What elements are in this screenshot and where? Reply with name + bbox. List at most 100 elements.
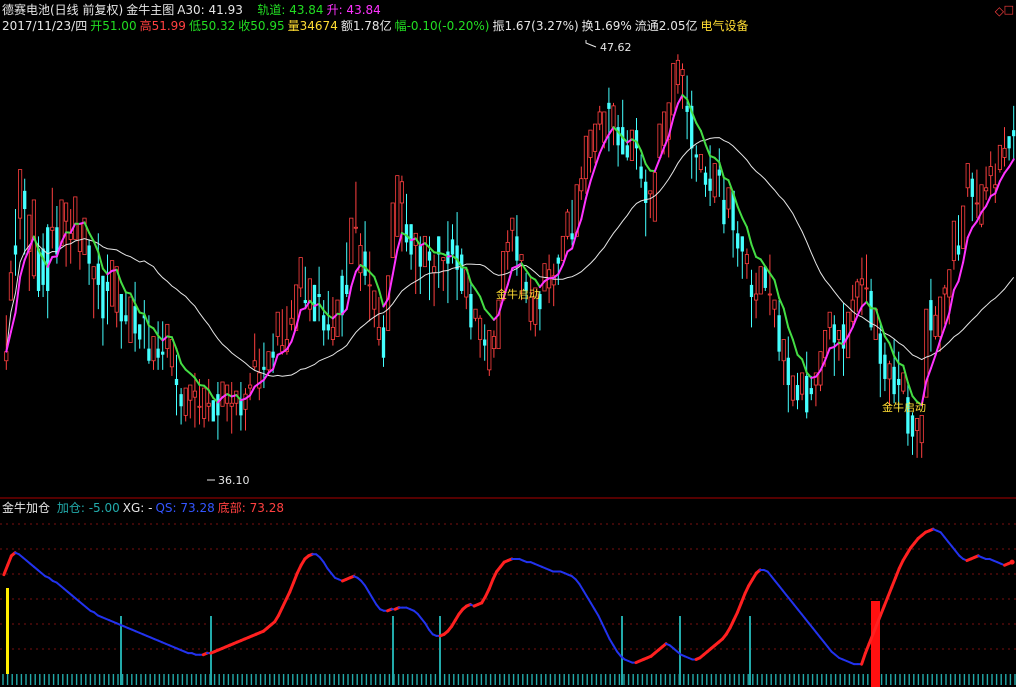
candle-body bbox=[588, 129, 593, 158]
candle-body bbox=[938, 296, 943, 337]
trend-segment bbox=[801, 358, 808, 374]
candle-body bbox=[744, 254, 749, 265]
trend-segment bbox=[883, 335, 891, 345]
candle-body bbox=[859, 278, 864, 286]
candle-body bbox=[878, 333, 882, 364]
candle-body bbox=[777, 315, 781, 352]
trend-segment bbox=[180, 362, 187, 371]
trend-segment bbox=[888, 342, 896, 358]
qs-segment bbox=[586, 595, 592, 604]
trend-segment bbox=[971, 220, 978, 229]
candle-body bbox=[487, 330, 492, 371]
trend-segment bbox=[152, 327, 160, 337]
candle-body bbox=[183, 387, 188, 416]
candle-body bbox=[629, 129, 634, 161]
candle-body bbox=[211, 400, 215, 422]
candle-body bbox=[161, 351, 165, 355]
candle-body bbox=[73, 196, 78, 240]
candle-body bbox=[749, 284, 754, 298]
candle-body bbox=[712, 163, 717, 198]
candle-body bbox=[335, 299, 340, 337]
jinniu-annotation-2: 金牛启动 bbox=[882, 400, 926, 414]
qs-segment bbox=[364, 584, 370, 593]
candle-body bbox=[216, 394, 220, 416]
trend-segment bbox=[143, 312, 150, 327]
trend-segment bbox=[736, 205, 744, 219]
candle-body bbox=[390, 202, 395, 258]
candle-body bbox=[722, 199, 726, 225]
candle-body bbox=[593, 123, 598, 152]
candle-body bbox=[110, 260, 115, 307]
trend-segment bbox=[525, 269, 532, 278]
qs-segment bbox=[739, 592, 747, 605]
trend-segment bbox=[782, 307, 790, 329]
candle-body bbox=[970, 178, 974, 197]
trend-segment bbox=[929, 354, 937, 370]
candle-body bbox=[740, 236, 744, 252]
qs-segment bbox=[2, 563, 10, 577]
candle-body bbox=[929, 300, 933, 331]
trend-segment bbox=[101, 267, 109, 276]
candle-body bbox=[243, 393, 248, 410]
trend-segment bbox=[1003, 165, 1011, 175]
trend-segment bbox=[906, 381, 914, 398]
candle-body bbox=[961, 205, 966, 249]
candle-body bbox=[892, 366, 896, 395]
candle-body bbox=[151, 336, 156, 362]
qs-segment bbox=[735, 601, 743, 614]
trend-segment bbox=[598, 141, 606, 155]
candle-body bbox=[376, 326, 381, 340]
qs-segment bbox=[487, 577, 495, 591]
candle-body bbox=[41, 248, 45, 285]
trend-segment bbox=[943, 312, 951, 329]
candle-body bbox=[96, 263, 100, 285]
indicator-series bbox=[2, 527, 1016, 687]
candle-body bbox=[836, 330, 841, 340]
trend-segment bbox=[483, 307, 491, 316]
candle-body bbox=[422, 235, 427, 268]
candle-body bbox=[8, 272, 13, 301]
candle-body bbox=[703, 172, 708, 185]
candle-body bbox=[560, 235, 565, 262]
candle-body bbox=[381, 327, 386, 358]
qs-segment bbox=[6, 554, 13, 567]
candle-body bbox=[128, 296, 133, 343]
candle-body bbox=[271, 351, 275, 358]
trend-segment bbox=[966, 226, 974, 239]
candle-body bbox=[556, 257, 560, 264]
qs-segment bbox=[292, 571, 299, 585]
candle-body bbox=[147, 348, 151, 361]
trend-segment bbox=[290, 326, 298, 343]
yellow-signal-bar bbox=[6, 588, 9, 674]
candle-body bbox=[418, 245, 422, 267]
candle-body bbox=[997, 144, 1002, 170]
trend-segment bbox=[653, 158, 661, 173]
candle-body bbox=[36, 248, 41, 291]
candle-body bbox=[597, 111, 602, 125]
qs-segment bbox=[597, 614, 604, 625]
indicator-grid bbox=[0, 523, 1016, 650]
candle-body bbox=[101, 275, 105, 319]
trend-segment bbox=[745, 226, 753, 246]
candle-body bbox=[46, 227, 50, 291]
candle-body bbox=[790, 375, 795, 401]
bottom-signal-bar bbox=[871, 601, 880, 687]
candle-body bbox=[979, 184, 984, 225]
trend-segment bbox=[584, 180, 592, 200]
candle-body bbox=[786, 357, 790, 386]
candle-body bbox=[18, 169, 23, 219]
trend-segment bbox=[952, 280, 960, 292]
trend-segment bbox=[856, 305, 863, 317]
trend-line bbox=[5, 94, 1015, 407]
candle-body bbox=[64, 202, 69, 222]
trend-segment bbox=[580, 197, 587, 221]
candle-body bbox=[358, 245, 363, 274]
candle-body bbox=[519, 254, 524, 262]
trend-segment bbox=[768, 272, 776, 282]
trend-segment bbox=[193, 376, 201, 386]
trend-segment bbox=[957, 261, 965, 283]
candle-body bbox=[248, 384, 253, 389]
candle-body bbox=[289, 317, 294, 325]
candle-body bbox=[386, 275, 391, 331]
candle-body bbox=[188, 384, 193, 401]
